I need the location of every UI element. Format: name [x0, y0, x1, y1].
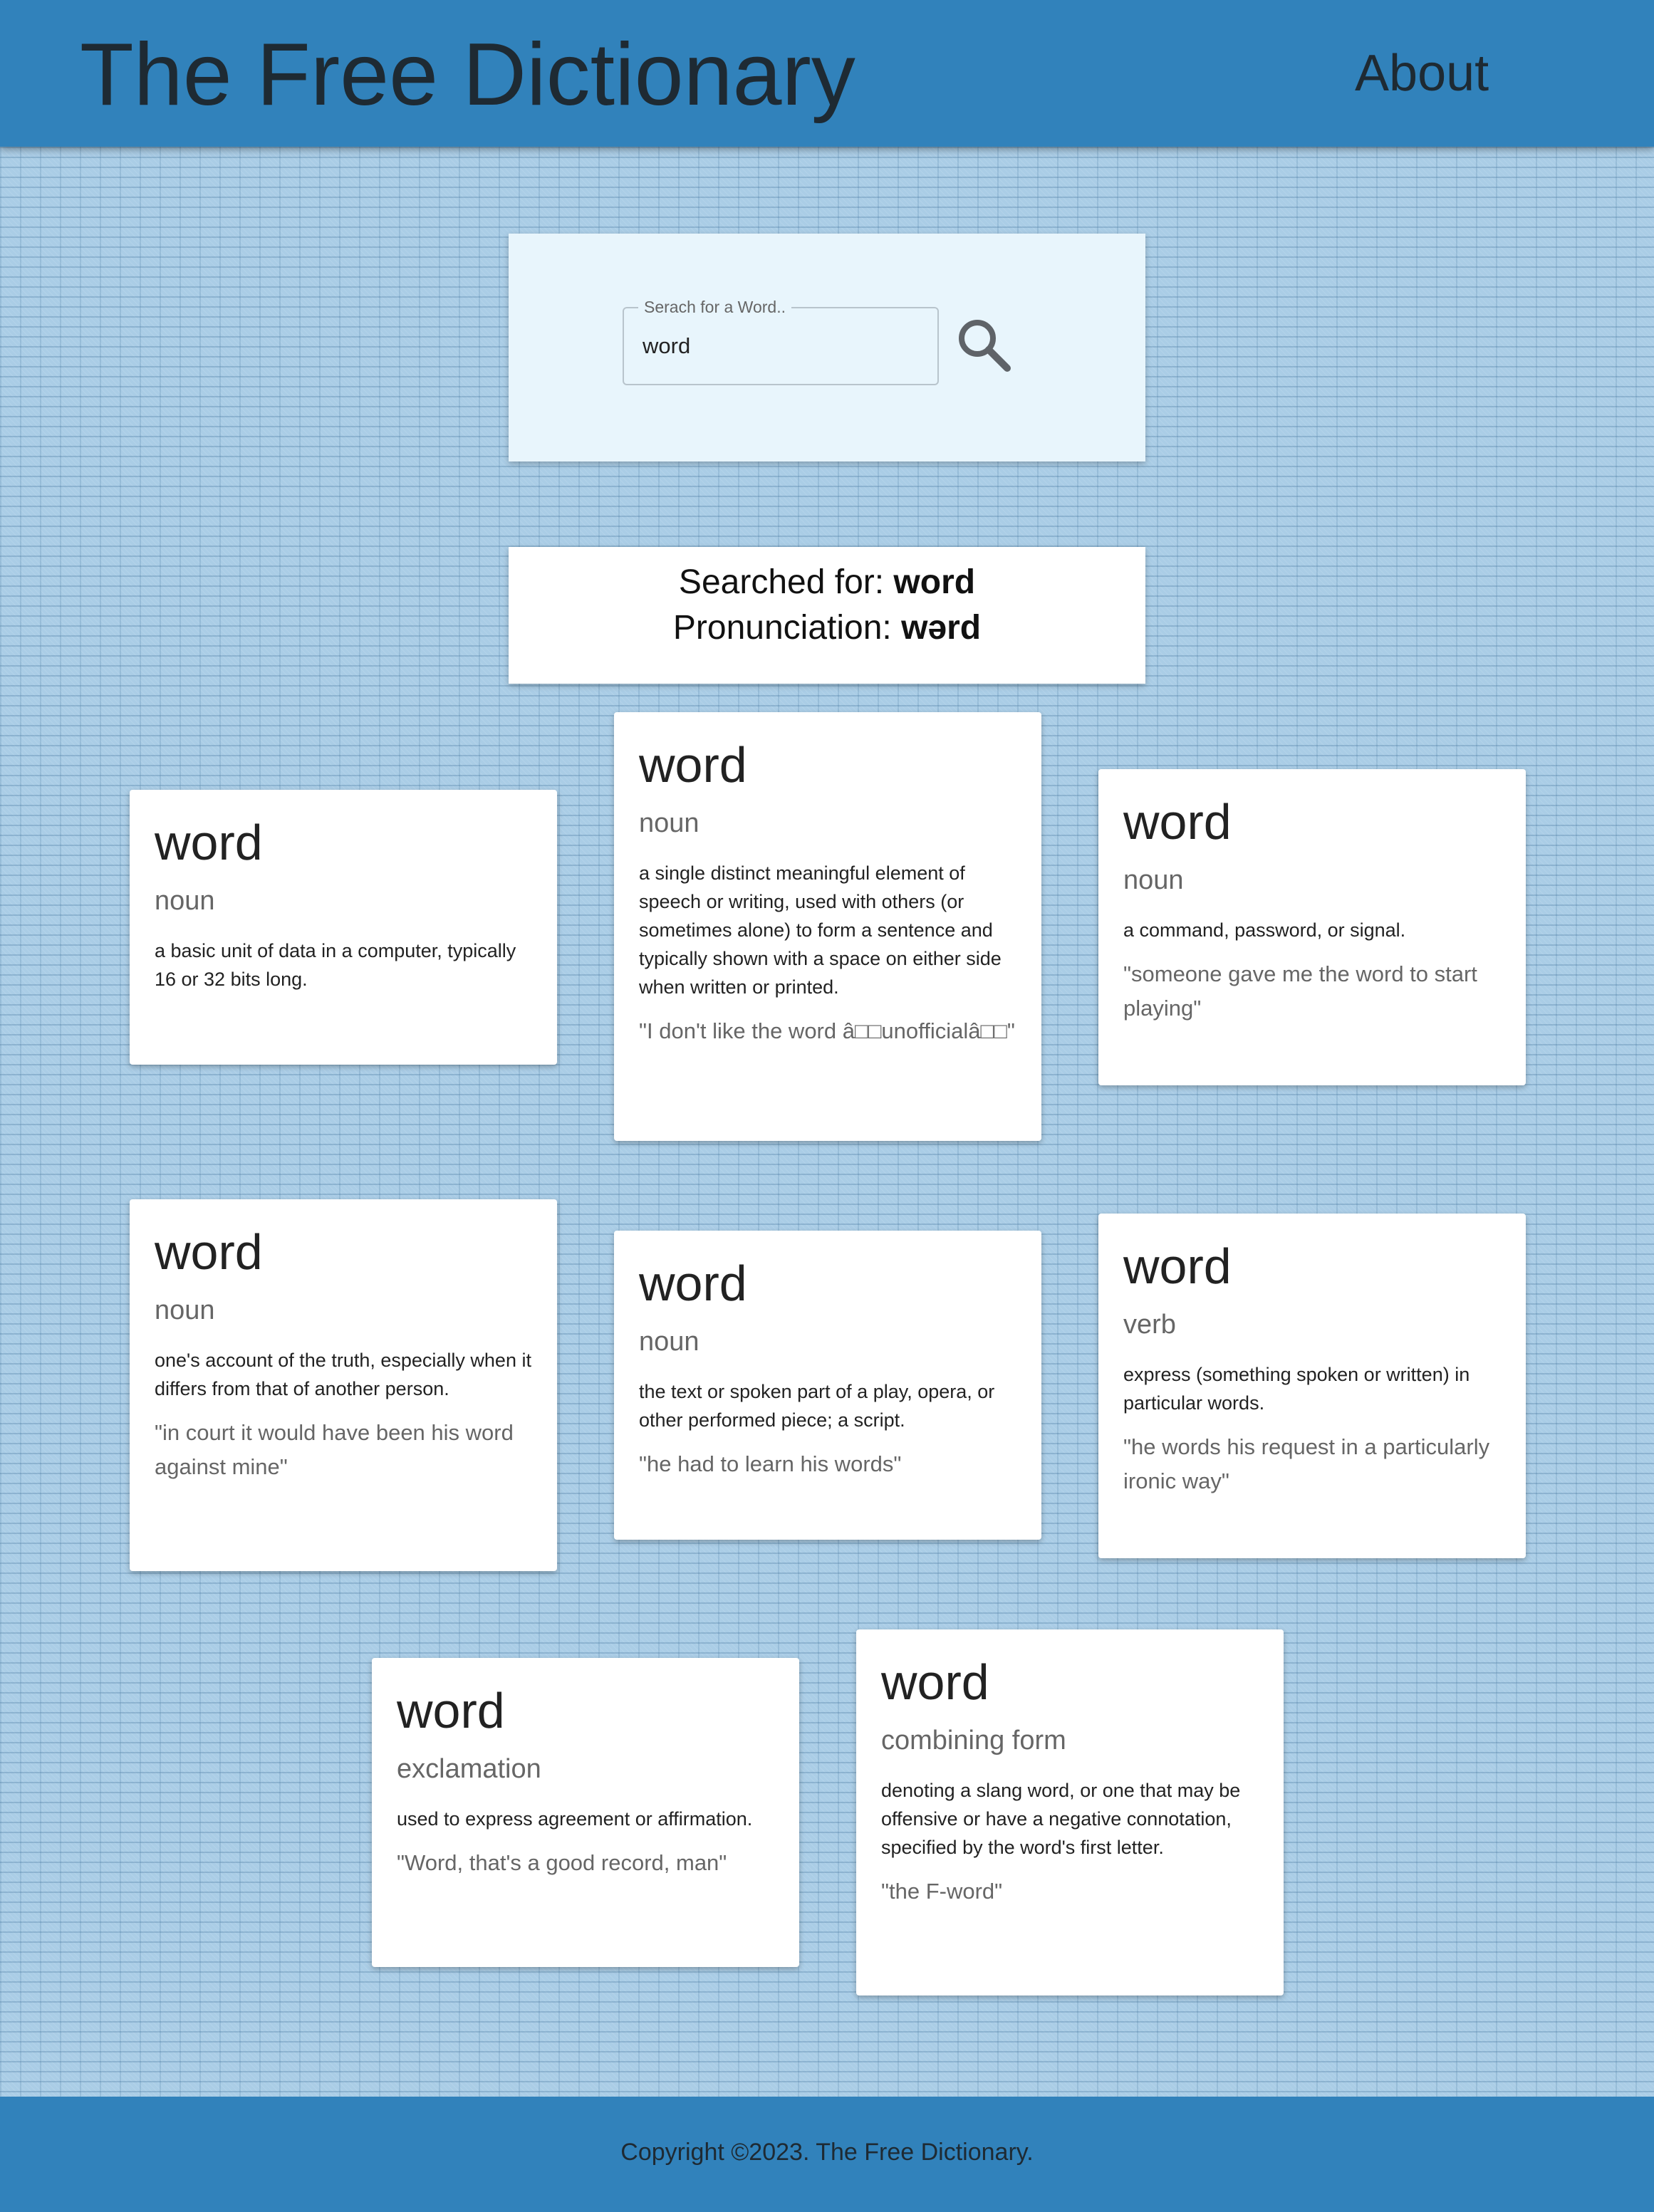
- card-example: "I don't like the word â□□unofficialâ□□": [639, 1018, 1015, 1043]
- search-field[interactable]: Serach for a Word..: [623, 297, 939, 385]
- definition-card: word noun a single distinct meaningful e…: [614, 712, 1041, 1141]
- definition-card: word noun one's account of the truth, es…: [130, 1199, 557, 1571]
- searched-for-label: Searched for:: [678, 563, 894, 601]
- card-definition: express (something spoken or written) in…: [1123, 1364, 1470, 1414]
- card-part-of-speech: combining form: [881, 1726, 1066, 1755]
- definition-card: word noun a command, password, or signal…: [1098, 769, 1526, 1085]
- card-part-of-speech: noun: [639, 1327, 699, 1357]
- card-word: word: [1123, 1238, 1232, 1294]
- card-example: "someone gave me the word to start playi…: [1123, 961, 1477, 1021]
- searched-for-value: word: [893, 563, 976, 601]
- card-part-of-speech: noun: [1123, 865, 1184, 895]
- search-panel: Serach for a Word..: [509, 234, 1145, 461]
- card-example: "the F-word": [881, 1879, 1003, 1904]
- card-example: "he words his request in a particularly …: [1123, 1434, 1490, 1493]
- search-icon: [959, 320, 1011, 372]
- card-word: word: [639, 1256, 747, 1311]
- site-title[interactable]: The Free Dictionary: [80, 21, 855, 128]
- card-definition: one's account of the truth, especially w…: [155, 1350, 531, 1399]
- card-word: word: [155, 1224, 263, 1280]
- search-button[interactable]: [953, 314, 1017, 378]
- card-part-of-speech: noun: [155, 1295, 215, 1325]
- card-word: word: [397, 1683, 505, 1738]
- card-definition: a single distinct meaningful element of …: [639, 862, 1002, 998]
- site-header: The Free Dictionary About: [0, 0, 1654, 147]
- pronunciation-line: Pronunciation: wərd: [509, 605, 1145, 651]
- search-field-label: Serach for a Word..: [638, 297, 791, 317]
- search-result-summary: Searched for: word Pronunciation: wərd: [509, 547, 1145, 684]
- card-definition: used to express agreement or affirmation…: [397, 1808, 753, 1830]
- card-word: word: [639, 737, 747, 793]
- definition-card: word exclamation used to express agreeme…: [372, 1658, 799, 1967]
- definition-card: word noun a basic unit of data in a comp…: [130, 790, 557, 1065]
- card-example: "Word, that's a good record, man": [397, 1850, 727, 1875]
- pronunciation-label: Pronunciation:: [672, 609, 902, 647]
- definition-card: word combining form denoting a slang wor…: [856, 1629, 1284, 1996]
- card-part-of-speech: noun: [639, 808, 699, 838]
- card-definition: denoting a slang word, or one that may b…: [881, 1780, 1241, 1858]
- card-definition: a command, password, or signal.: [1123, 919, 1406, 941]
- about-link[interactable]: About: [1355, 41, 1489, 105]
- card-word: word: [1123, 794, 1232, 850]
- card-part-of-speech: noun: [155, 886, 215, 916]
- card-word: word: [155, 815, 263, 870]
- card-word: word: [881, 1654, 989, 1710]
- card-definition: a basic unit of data in a computer, typi…: [155, 940, 516, 990]
- card-example: "in court it would have been his word ag…: [155, 1420, 514, 1479]
- definition-card: word noun the text or spoken part of a p…: [614, 1231, 1041, 1540]
- pronunciation-value: wərd: [901, 609, 982, 647]
- copyright-text: Copyright ©2023. The Free Dictionary.: [620, 2139, 1034, 2166]
- card-definition: the text or spoken part of a play, opera…: [639, 1381, 995, 1431]
- searched-for-line: Searched for: word: [509, 560, 1145, 605]
- search-input[interactable]: [643, 328, 920, 364]
- card-part-of-speech: verb: [1123, 1310, 1176, 1340]
- card-example: "he had to learn his words": [639, 1451, 902, 1476]
- site-footer: Copyright ©2023. The Free Dictionary.: [0, 2097, 1654, 2212]
- card-part-of-speech: exclamation: [397, 1754, 541, 1784]
- definition-card: word verb express (something spoken or w…: [1098, 1214, 1526, 1558]
